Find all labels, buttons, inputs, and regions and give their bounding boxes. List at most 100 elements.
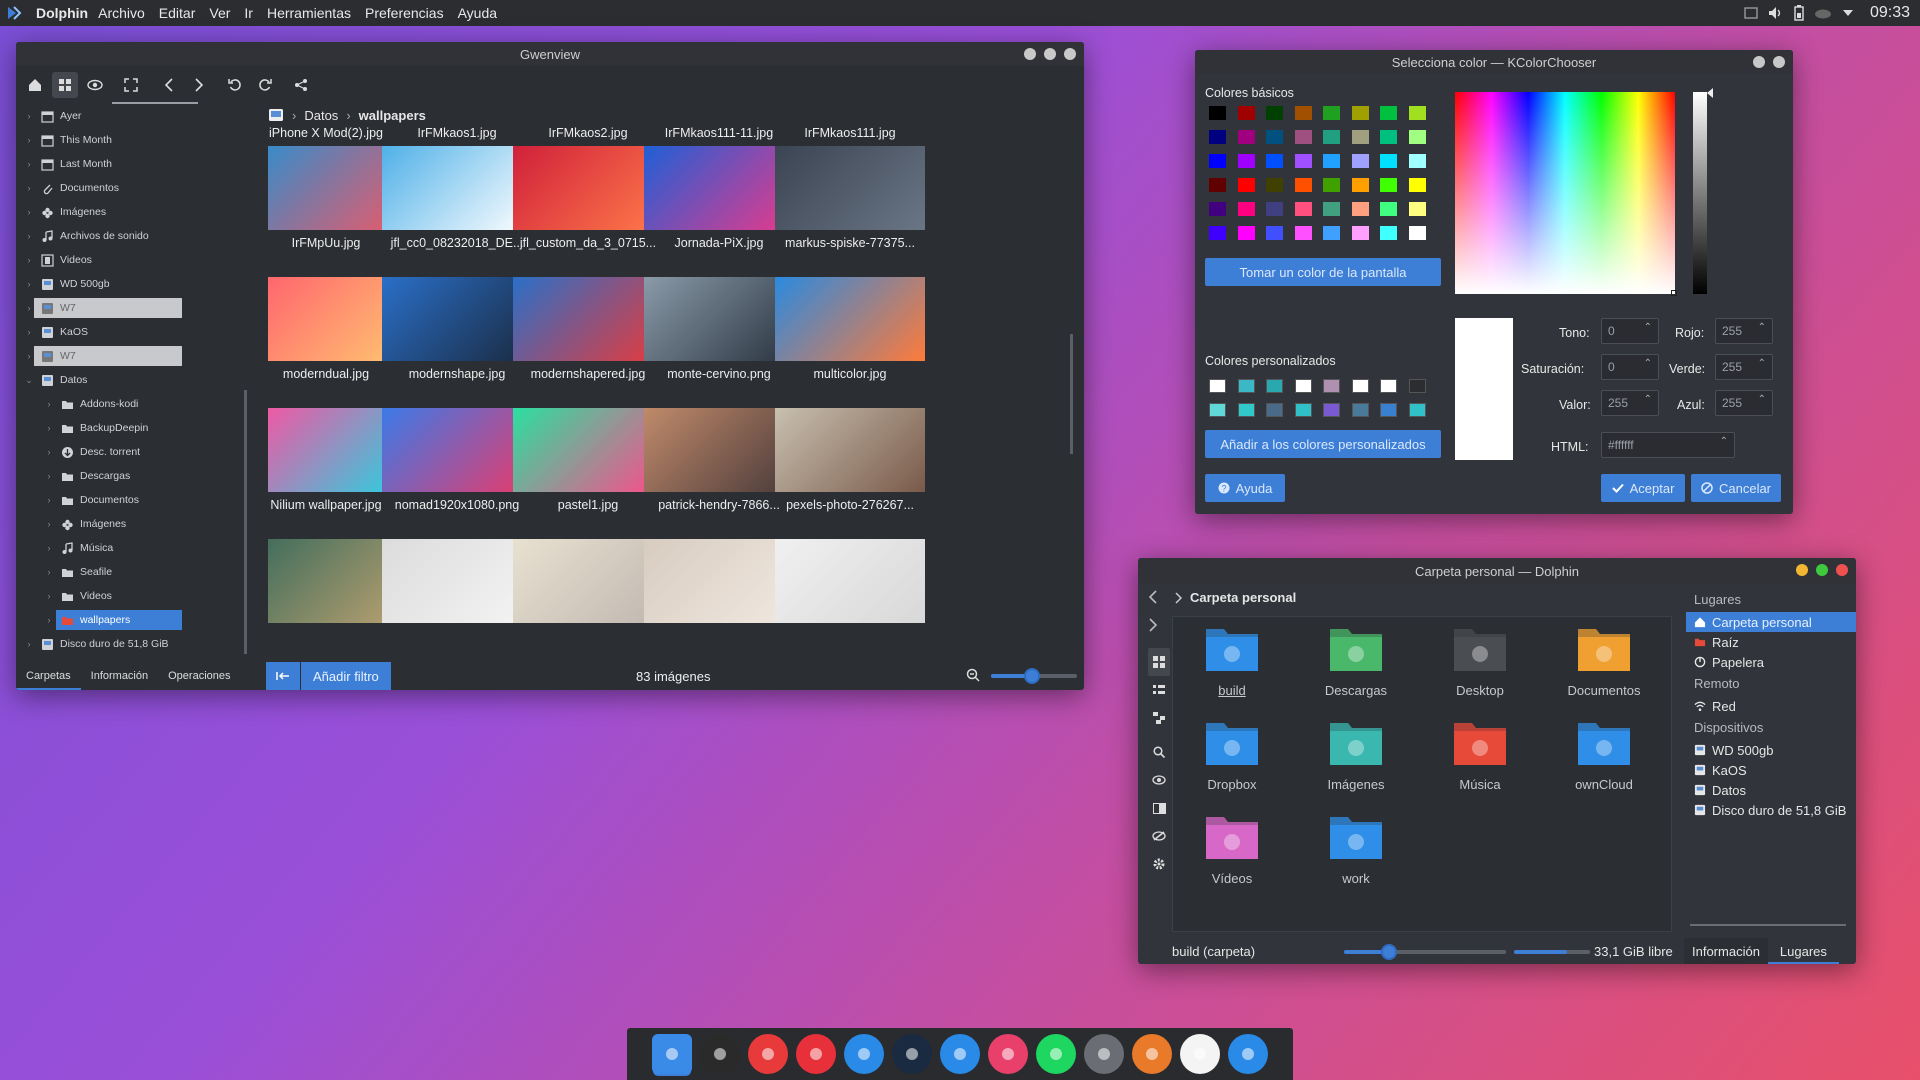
tray-expand-icon[interactable]	[1842, 9, 1854, 17]
share-button[interactable]	[288, 72, 314, 98]
hidden-files-button[interactable]	[1148, 822, 1170, 850]
basic-color-swatch[interactable]	[1294, 154, 1312, 168]
basic-color-swatch[interactable]	[1380, 226, 1397, 240]
window-icon[interactable]	[1744, 7, 1758, 19]
help-button[interactable]: ? Ayuda	[1205, 474, 1285, 502]
basic-color-swatch[interactable]	[1408, 202, 1426, 216]
basic-color-swatch[interactable]	[1237, 106, 1255, 120]
chevron-right-icon[interactable]: ›	[22, 183, 36, 193]
chevron-right-icon[interactable]: ›	[42, 615, 56, 625]
weather-icon[interactable]	[1814, 7, 1832, 19]
thumbnail[interactable]: markus-spiske-77375...	[770, 146, 930, 276]
details-view-button[interactable]	[1148, 676, 1170, 704]
tree-item[interactable]: › This Month	[16, 128, 256, 152]
basic-color-swatch[interactable]	[1209, 130, 1226, 144]
basic-color-swatch[interactable]	[1266, 226, 1283, 240]
chevron-right-icon[interactable]: ›	[22, 111, 36, 121]
tree-item[interactable]: › Imágenes	[16, 200, 256, 224]
html-field[interactable]: #ffffff	[1601, 432, 1735, 458]
custom-color-swatch[interactable]	[1209, 403, 1226, 417]
icons-view-button[interactable]	[1148, 648, 1170, 676]
chevron-right-icon[interactable]: ›	[22, 231, 36, 241]
view-button[interactable]	[82, 72, 108, 98]
places-item[interactable]: Carpeta personal	[1686, 612, 1856, 632]
basic-color-swatch[interactable]	[1209, 106, 1226, 120]
tree-item[interactable]: › Descargas	[16, 464, 256, 488]
minimize-button[interactable]	[1753, 56, 1765, 68]
spotify-icon[interactable]	[1036, 1034, 1076, 1074]
gwenview-titlebar[interactable]: Gwenview	[16, 42, 1084, 66]
basic-color-swatch[interactable]	[1351, 202, 1369, 216]
dolphin-titlebar[interactable]: Carpeta personal — Dolphin	[1138, 558, 1856, 584]
chevron-right-icon[interactable]: ›	[42, 519, 56, 529]
settings-button[interactable]	[1148, 850, 1170, 878]
basic-color-swatch[interactable]	[1209, 154, 1226, 168]
basic-color-swatch[interactable]	[1266, 202, 1283, 216]
rotate-right-button[interactable]	[252, 72, 278, 98]
custom-color-swatch[interactable]	[1408, 403, 1426, 417]
basic-color-swatch[interactable]	[1323, 178, 1340, 192]
dolphin-zoom-knob[interactable]	[1381, 944, 1398, 960]
custom-color-swatch[interactable]	[1209, 379, 1226, 393]
music-app-icon[interactable]	[940, 1034, 980, 1074]
blue-spinbox[interactable]: 255	[1715, 390, 1773, 416]
breadcrumb-datos[interactable]: Datos	[304, 108, 338, 123]
basic-color-swatch[interactable]	[1351, 226, 1369, 240]
zoom-out-icon[interactable]	[966, 668, 980, 682]
custom-color-swatch[interactable]	[1323, 403, 1340, 417]
basic-color-swatch[interactable]	[1209, 226, 1226, 240]
chevron-right-icon[interactable]: ›	[22, 207, 36, 217]
basic-color-swatch[interactable]	[1408, 106, 1426, 120]
folder-item[interactable]: build	[1177, 617, 1287, 707]
clock[interactable]: 09:33	[1870, 4, 1910, 22]
chevron-right-icon[interactable]: ›	[42, 495, 56, 505]
menu-item-6[interactable]: Ayuda	[458, 5, 497, 21]
tree-item[interactable]: › BackupDeepin	[16, 416, 256, 440]
custom-color-swatch[interactable]	[1351, 379, 1369, 393]
value-spinbox[interactable]: 255	[1601, 390, 1659, 416]
basic-color-swatch[interactable]	[1294, 130, 1312, 144]
zoom-slider-knob[interactable]	[1024, 668, 1041, 684]
tree-item[interactable]: › Música	[16, 536, 256, 560]
tree-item[interactable]: › W7	[16, 344, 256, 368]
basic-color-swatch[interactable]	[1351, 130, 1369, 144]
tree-item[interactable]: › Addons-kodi	[16, 392, 256, 416]
red-spinbox[interactable]: 255	[1715, 318, 1773, 344]
places-item[interactable]: WD 500gb	[1686, 740, 1856, 760]
tab-1[interactable]: Información	[81, 662, 158, 690]
places-item[interactable]: Papelera	[1686, 652, 1856, 672]
fullscreen-button[interactable]	[118, 72, 144, 98]
custom-color-swatch[interactable]	[1323, 379, 1340, 393]
breadcrumb-wallpapers[interactable]: wallpapers	[359, 108, 426, 123]
basic-color-swatch[interactable]	[1380, 130, 1397, 144]
previous-button[interactable]	[156, 72, 182, 98]
basic-color-swatch[interactable]	[1237, 226, 1255, 240]
tree-item[interactable]: › W7	[16, 296, 256, 320]
custom-color-swatch[interactable]	[1408, 379, 1426, 393]
files-icon[interactable]	[1228, 1034, 1268, 1074]
tree-item[interactable]: › Videos	[16, 248, 256, 272]
menu-item-0[interactable]: Archivo	[98, 5, 145, 21]
filter-toggle-button[interactable]	[266, 662, 300, 690]
custom-color-swatch[interactable]	[1266, 379, 1283, 393]
places-item[interactable]: Datos	[1686, 780, 1856, 800]
tab-lugares[interactable]: Lugares	[1767, 938, 1839, 964]
folder-item[interactable]: ownCloud	[1549, 711, 1659, 801]
tree-scrollbar[interactable]	[244, 390, 247, 654]
location-segment[interactable]: Carpeta personal	[1190, 590, 1296, 605]
gimp-icon[interactable]	[1132, 1034, 1172, 1074]
back-button[interactable]	[1148, 590, 1158, 604]
places-item[interactable]: Raíz	[1686, 632, 1856, 652]
basic-color-swatch[interactable]	[1294, 178, 1312, 192]
basic-color-swatch[interactable]	[1323, 154, 1340, 168]
hue-spinbox[interactable]: 0	[1601, 318, 1659, 344]
basic-color-swatch[interactable]	[1209, 178, 1226, 192]
rotate-left-button[interactable]	[222, 72, 248, 98]
chevron-right-icon[interactable]: ›	[42, 447, 56, 457]
custom-color-swatch[interactable]	[1237, 403, 1255, 417]
tab-informacion[interactable]: Información	[1684, 938, 1768, 964]
chevron-right-icon[interactable]: ›	[22, 639, 36, 649]
custom-color-swatch[interactable]	[1294, 379, 1312, 393]
basic-color-swatch[interactable]	[1408, 178, 1426, 192]
basic-color-swatch[interactable]	[1266, 130, 1283, 144]
